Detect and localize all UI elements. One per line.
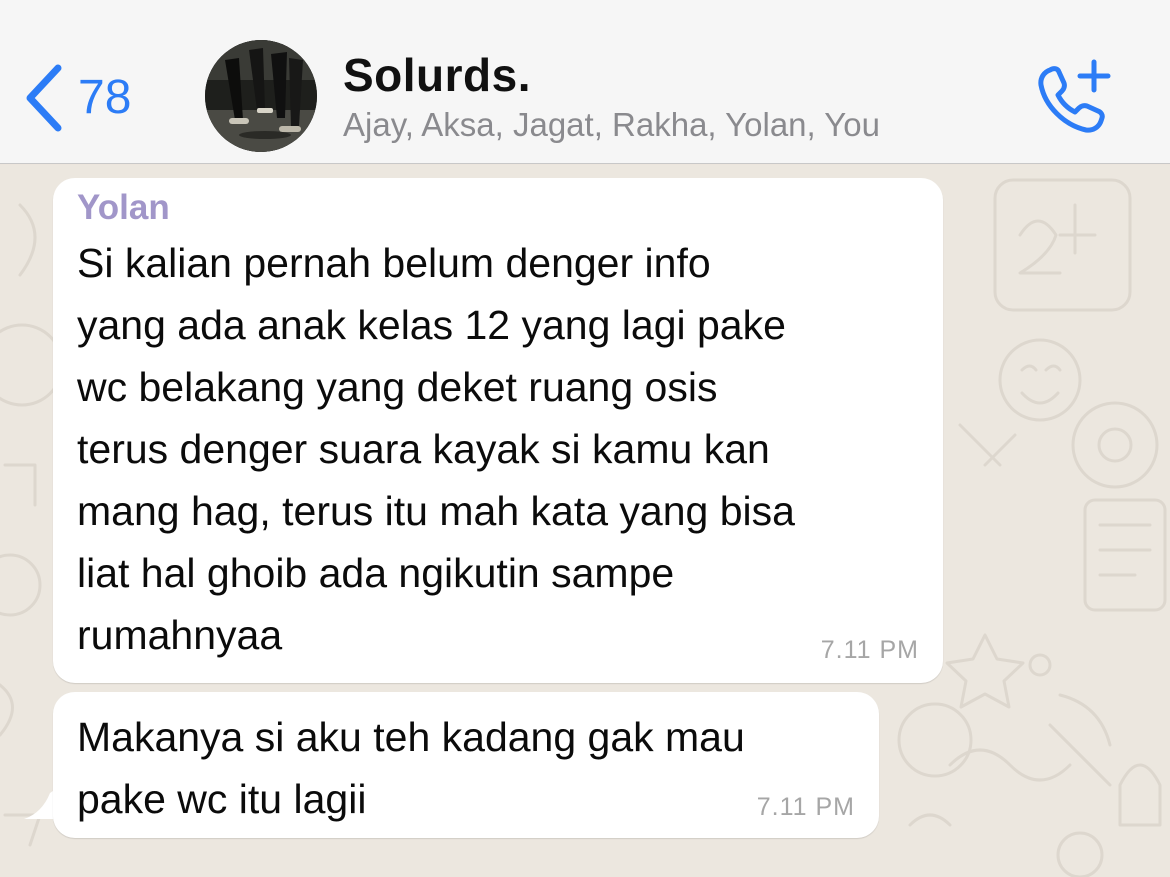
chat-area[interactable]: Yolan Si kalian pernah belum denger info… bbox=[0, 165, 1170, 877]
add-call-button[interactable] bbox=[1034, 58, 1114, 138]
message-text: Si kalian pernah belum denger info yang … bbox=[77, 240, 795, 658]
add-call-icon bbox=[1038, 59, 1111, 133]
message-timestamp: 7.11 PM bbox=[820, 636, 919, 664]
group-title[interactable]: Solurds. bbox=[343, 48, 531, 102]
unread-count: 78 bbox=[78, 71, 132, 124]
group-avatar[interactable] bbox=[205, 40, 317, 152]
group-members[interactable]: Ajay, Aksa, Jagat, Rakha, Yolan, You bbox=[343, 106, 880, 144]
message-text: Makanya si aku teh kadang gak mau pake w… bbox=[77, 714, 745, 822]
chat-header: 78 Solurds. Ajay, Aksa, Jagat, Rakha, Yo… bbox=[0, 0, 1170, 164]
message-bubble[interactable]: Yolan Si kalian pernah belum denger info… bbox=[53, 178, 943, 683]
chevron-left-icon bbox=[26, 64, 62, 132]
message-timestamp: 7.11 PM bbox=[756, 793, 855, 821]
back-button[interactable]: 78 bbox=[24, 58, 131, 138]
message-sender[interactable]: Yolan bbox=[77, 186, 919, 230]
message-bubble[interactable]: Makanya si aku teh kadang gak mau pake w… bbox=[53, 692, 879, 838]
